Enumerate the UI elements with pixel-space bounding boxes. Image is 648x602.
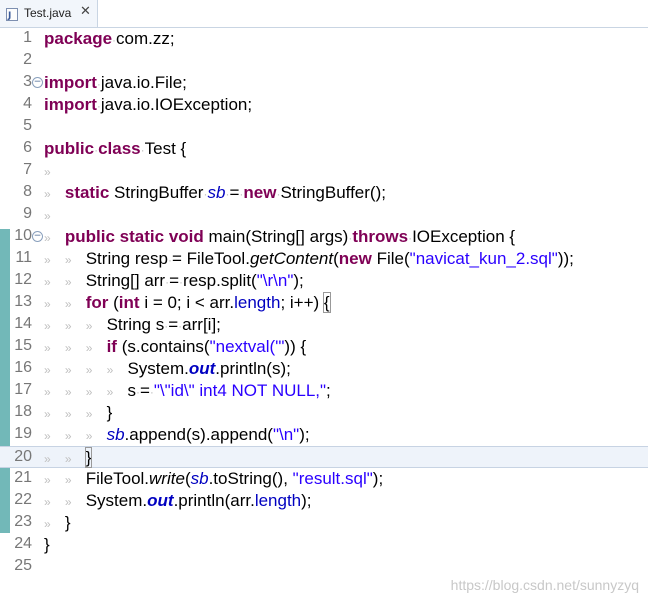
line-number: 22 <box>14 491 32 508</box>
code-text: import·java.io.File; <box>44 73 187 92</box>
line-number: 4 <box>23 95 32 112</box>
code-line: 11 » » String resp·= FileTool.getContent… <box>0 248 648 270</box>
code-text: » » » » System.out.println(s); <box>44 359 291 378</box>
code-text: } <box>44 535 50 554</box>
code-line: 9 » <box>0 204 648 226</box>
line-number: 5 <box>23 117 32 134</box>
code-line: 16 » » » » System.out.println(s); <box>0 358 648 380</box>
code-line: 17 » » » » s·=·"\"id\" int4 NOT NULL,"; <box>0 380 648 402</box>
code-text: » <box>44 165 51 179</box>
line-number: 14 <box>14 315 32 332</box>
code-line: 12 » » String[] arr·=·resp.split("\r\n")… <box>0 270 648 292</box>
line-number: 9 <box>23 205 32 222</box>
code-text: » » » String s·=·arr[i]; <box>44 315 221 334</box>
editor-tab-bar: J Test.java ✕ <box>0 0 648 28</box>
code-line: 23 » } <box>0 512 648 534</box>
current-code-line: 20 » » } <box>0 446 648 468</box>
line-number: 25 <box>14 557 32 574</box>
code-line: 2 <box>0 50 648 72</box>
line-number: 24 <box>14 535 32 552</box>
line-number: 18 <box>14 403 32 420</box>
line-number: 12 <box>14 271 32 288</box>
code-text: » » String resp·= FileTool.getContent(ne… <box>44 249 574 268</box>
line-number: 15 <box>14 337 32 354</box>
package-name: com.zz; <box>116 29 175 48</box>
editor-tab-test-java[interactable]: J Test.java ✕ <box>0 0 98 27</box>
code-text: » static StringBuffer·sb·=·new·StringBuf… <box>44 183 386 202</box>
code-text: » public static void main(String[] args)… <box>44 227 516 246</box>
java-file-icon: J <box>6 8 18 21</box>
code-line: 24 } <box>0 534 648 556</box>
code-line: 21 » » FileTool.write(sb.toString(), "re… <box>0 468 648 490</box>
line-number: 16 <box>14 359 32 376</box>
code-line: 8 » static StringBuffer·sb·=·new·StringB… <box>0 182 648 204</box>
code-text: import·java.io.IOException; <box>44 95 253 114</box>
code-line: 19 » » » sb.append(s).append("\n"); <box>0 424 648 446</box>
code-line: 14 » » » String s·=·arr[i]; <box>0 314 648 336</box>
code-text: » <box>44 209 51 223</box>
svg-text:J: J <box>7 11 11 21</box>
code-text: » » » sb.append(s).append("\n"); <box>44 425 310 444</box>
code-text: » » » if (s.contains("nextval('")) { <box>44 337 307 356</box>
code-line: 15 » » » if (s.contains("nextval('")) { <box>0 336 648 358</box>
code-text: » » » } <box>44 403 113 422</box>
line-number: 3 <box>23 73 32 90</box>
code-line: 22 » » System.out.println(arr.length); <box>0 490 648 512</box>
line-number: 11 <box>15 249 32 266</box>
code-line: 4 import·java.io.IOException; <box>0 94 648 116</box>
code-text: » » for (int i = 0; i < arr.length; i++)… <box>44 292 331 313</box>
code-text: » » » » s·=·"\"id\" int4 NOT NULL,"; <box>44 381 331 400</box>
code-line: 7 » <box>0 160 648 182</box>
code-line: 1 package·com.zz; <box>0 28 648 50</box>
line-number: 17 <box>14 381 32 398</box>
code-line: 3 − import·java.io.File; <box>0 72 648 94</box>
watermark: https://blog.csdn.net/sunnyzyq <box>450 577 639 593</box>
code-editor[interactable]: 1 package·com.zz; 2 3 − import·java.io.F… <box>0 28 648 602</box>
line-number: 19 <box>14 425 32 442</box>
code-line: 25 <box>0 556 648 578</box>
line-number: 21 <box>14 469 32 486</box>
fold-collapse-icon[interactable]: − <box>32 231 43 242</box>
matching-bracket: { <box>322 292 331 313</box>
code-line: 13 » » for (int i = 0; i < arr.length; i… <box>0 292 648 314</box>
fold-collapse-icon[interactable]: − <box>32 77 43 88</box>
code-line: 5 <box>0 116 648 138</box>
line-number: 2 <box>23 51 32 68</box>
line-number: 23 <box>14 513 32 530</box>
code-line: 6 public·class·Test { <box>0 138 648 160</box>
line-number: 20 <box>14 448 32 465</box>
code-text: package·com.zz; <box>44 29 175 48</box>
line-number: 7 <box>23 161 32 178</box>
line-number: 8 <box>23 183 32 200</box>
line-number: 13 <box>14 293 32 310</box>
code-text: » » FileTool.write(sb.toString(), "resul… <box>44 469 384 488</box>
code-text: public·class·Test { <box>44 139 187 158</box>
close-icon[interactable]: ✕ <box>80 4 91 19</box>
line-number: 10 <box>14 227 32 244</box>
code-text: » } <box>44 513 71 532</box>
code-text: » » String[] arr·=·resp.split("\r\n"); <box>44 271 304 290</box>
tab-title: Test.java <box>24 6 72 20</box>
code-text: » » } <box>44 447 93 468</box>
line-number: 1 <box>23 29 32 46</box>
keyword: package <box>44 29 113 48</box>
code-line: 10 − » public static void main(String[] … <box>0 226 648 248</box>
code-line: 18 » » » } <box>0 402 648 424</box>
code-text: » » System.out.println(arr.length); <box>44 491 312 510</box>
text-cursor <box>91 449 93 468</box>
line-number: 6 <box>23 139 32 156</box>
